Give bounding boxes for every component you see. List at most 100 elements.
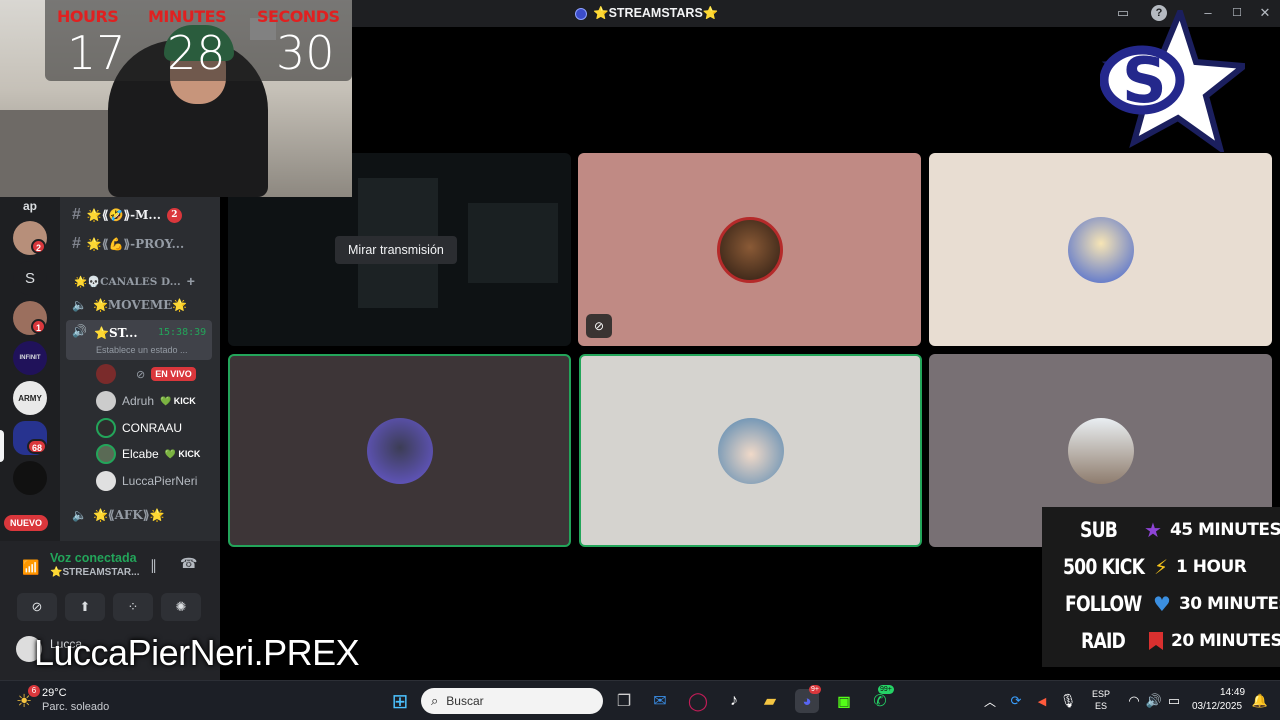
weather-desc[interactable]: Parc. soleado: [42, 701, 109, 713]
unread-badge: 1: [31, 319, 47, 334]
language-indicator-top[interactable]: ESP: [1092, 689, 1110, 699]
server-icon-infinit[interactable]: INFINIT: [13, 341, 47, 375]
voice-status[interactable]: Voz conectada: [50, 551, 137, 565]
signal-icon[interactable]: 📶: [22, 559, 39, 576]
microphone-icon[interactable]: 🎙: [1056, 689, 1080, 713]
category-header[interactable]: 🌟💀CANALES D... +: [74, 270, 195, 292]
participant-tile-2[interactable]: [929, 153, 1272, 346]
server-icon-s[interactable]: S: [13, 261, 47, 295]
whatsapp-taskbar-icon[interactable]: ✆ 99+: [868, 685, 894, 713]
channel-status[interactable]: Establece un estado ...: [96, 345, 188, 355]
goal-value: 30 MINUTES: [1178, 594, 1280, 614]
watch-stream-button[interactable]: Mirar transmisión: [335, 236, 457, 264]
member-name: Adruh: [122, 394, 155, 408]
server-label: S: [24, 269, 35, 287]
goal-value: 1 HOUR: [1176, 557, 1247, 577]
goal-label: FOLLOW: [1065, 592, 1142, 616]
file-explorer-icon[interactable]: ▰: [758, 689, 782, 713]
close-button[interactable]: ✕: [1257, 5, 1273, 21]
goal-label: 500 KICK: [1063, 555, 1145, 579]
voice-channel-moveme[interactable]: 🔈 🌟MOVEME🌟: [72, 294, 187, 316]
avatar: [96, 418, 116, 438]
screen-share-button[interactable]: ⬆: [65, 593, 105, 621]
search-box[interactable]: ⌕ Buscar: [421, 688, 603, 714]
member-luccapierneri[interactable]: LuccaPierNeri: [96, 470, 197, 492]
channel-name: 🌟MOVEME🌟: [92, 298, 188, 312]
camera-toggle-button[interactable]: ⊘: [17, 593, 57, 621]
member-adruh[interactable]: Adruh 💚 KICK: [96, 390, 196, 412]
clock-time[interactable]: 14:49: [1220, 687, 1245, 698]
goal-row-follow: FOLLOW ♥ 30 MINUTES: [1065, 589, 1280, 619]
weather-widget[interactable]: ☀ 6: [14, 685, 40, 713]
participant-avatar: [717, 417, 784, 484]
timer-minutes-value: 28: [167, 26, 226, 80]
category-name: 🌟💀CANALES D...: [74, 275, 181, 288]
active-voice-channel[interactable]: 🔊 ⭐ST... 15:38:39 Establece un estado ..…: [66, 320, 212, 360]
text-channel-1[interactable]: # 🌟⟪🤣⟫-M... 2: [72, 204, 182, 226]
server-label: INFINIT: [19, 355, 41, 361]
new-servers-badge[interactable]: NUEVO: [4, 515, 49, 531]
window-title-text: ⭐STREAMSTARS⭐: [593, 6, 719, 20]
add-channel-icon[interactable]: +: [187, 273, 195, 289]
chevron-up-icon[interactable]: ︿: [978, 689, 1002, 713]
participant-tile-4[interactable]: [579, 354, 922, 547]
language-indicator-bottom[interactable]: ES: [1095, 701, 1107, 711]
battery-icon[interactable]: ▭: [1162, 689, 1186, 713]
participant-avatar: [1067, 216, 1134, 283]
speaker-icon: 🔈: [72, 508, 87, 522]
timer-minutes-label: MINUTES: [148, 7, 227, 26]
kick-icon[interactable]: ▣: [832, 689, 856, 713]
goal-row-sub: SUB ★ 45 MINUTES: [1080, 515, 1280, 545]
task-view-icon[interactable]: ❐: [612, 689, 636, 713]
kick-tag: 💚 KICK: [164, 448, 201, 459]
server-icon-streamstars[interactable]: 68: [13, 421, 48, 455]
activities-icon: ⁘: [127, 599, 139, 614]
participant-tile-3[interactable]: [228, 354, 571, 547]
activities-button[interactable]: ⁘: [113, 593, 153, 621]
streamer-name-overlay: LuccaPierNeri.PREX: [34, 632, 360, 673]
tray-app-icon[interactable]: ◀: [1030, 689, 1054, 713]
notification-bell-icon[interactable]: 🔔: [1248, 689, 1272, 713]
tiktok-icon[interactable]: ♪: [722, 689, 746, 713]
channel-name: 🌟⟪🤣⟫-M...: [86, 208, 161, 222]
clock-date[interactable]: 03/12/2025: [1192, 701, 1242, 712]
weather-temp[interactable]: 29°C: [42, 687, 67, 699]
voice-channel-afk[interactable]: 🔈 🌟⟪AFK⟫🌟: [72, 504, 164, 526]
server-icon-anime[interactable]: 2: [13, 221, 47, 255]
member-name: LuccaPierNeri: [122, 474, 198, 488]
soundboard-button[interactable]: ✺: [161, 593, 201, 621]
search-icon: ⌕: [431, 693, 439, 708]
member-name: CONRAAU: [122, 421, 183, 435]
live-badge: EN VIVO: [151, 367, 196, 381]
goal-label: SUB: [1080, 518, 1118, 542]
noise-suppression-icon[interactable]: ∥: [150, 557, 157, 574]
member-conraau[interactable]: CONRAAU: [96, 417, 182, 439]
subathon-goals-panel: SUB ★ 45 MINUTES 500 KICK ⚡ 1 HOUR FOLLO…: [1042, 507, 1280, 667]
channel-name: 🌟⟪💪⟫-PROY...: [86, 237, 185, 251]
logo-letter-s: S: [1122, 44, 1167, 117]
participant-avatar: [1067, 417, 1134, 484]
opera-icon[interactable]: ◯: [686, 689, 710, 713]
goal-value: 45 MINUTES: [1169, 520, 1280, 540]
member-elcabe[interactable]: Elcabe 💚 KICK: [96, 443, 200, 465]
watch-stream-label: Mirar transmisión: [348, 243, 444, 257]
sync-icon[interactable]: ⟳: [1004, 689, 1028, 713]
member-streamer[interactable]: ⊘ EN VIVO: [96, 363, 196, 385]
timer-hours-value: 17: [67, 26, 126, 80]
windows-taskbar: ☀ 6 29°C Parc. soleado ⊞ ⌕ Buscar ❐ ✉ ◯ …: [0, 680, 1280, 720]
text-channel-2[interactable]: # 🌟⟪💪⟫-PROY...: [72, 233, 184, 255]
mention-badge: 2: [166, 207, 182, 223]
unread-badge: 2: [31, 239, 47, 254]
whatsapp-badge: 99+: [878, 685, 894, 694]
server-icon-person[interactable]: 1: [13, 301, 47, 335]
discord-taskbar-icon[interactable]: ◕ 9+: [795, 685, 821, 713]
server-icon-lucca[interactable]: [13, 461, 47, 495]
stream-preview-panel: [468, 203, 558, 283]
mail-icon[interactable]: ✉: [648, 689, 672, 713]
heart-icon: ♥: [1153, 592, 1171, 616]
disconnect-icon[interactable]: ☎: [180, 555, 197, 572]
start-button[interactable]: ⊞: [388, 689, 412, 713]
server-icon-army[interactable]: ARMY: [13, 381, 47, 415]
participant-tile-1[interactable]: ⊘: [578, 153, 921, 346]
voice-channel-name[interactable]: ⭐STREAMSTAR...: [50, 567, 140, 578]
